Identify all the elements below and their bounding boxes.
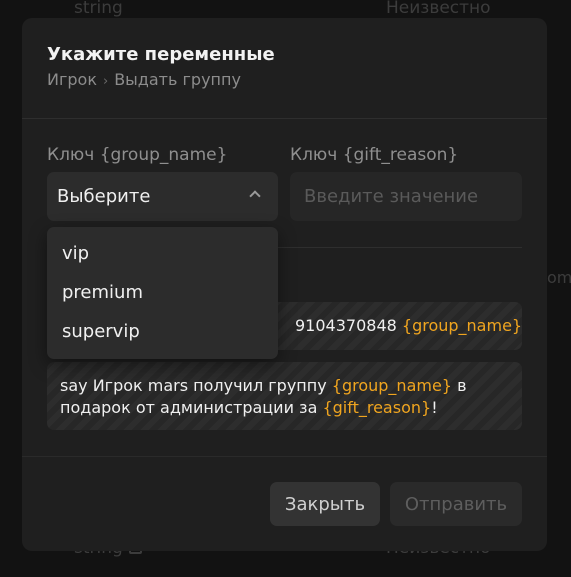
dropdown-option-supervip[interactable]: supervip <box>47 315 278 354</box>
command-preview-2: say Игрок mars получил группу {group_nam… <box>47 362 522 430</box>
select-value: Выберите <box>57 186 151 207</box>
header-divider <box>22 118 547 119</box>
background-row-top: string Неизвестно <box>0 0 571 20</box>
group-name-select[interactable]: Выберите <box>47 172 278 221</box>
variables-modal: Укажите переменные Игрок › Выдать группу К… <box>22 18 547 551</box>
background-side-text: om <box>547 268 571 287</box>
gift-reason-label: Ключ {gift_reason} <box>290 145 459 165</box>
close-button[interactable]: Закрыть <box>270 482 380 526</box>
group-name-dropdown: vip premium supervip <box>47 227 278 359</box>
footer-divider <box>22 456 547 457</box>
dropdown-option-premium[interactable]: premium <box>47 276 278 315</box>
variable-group-name: {group_name} <box>401 316 523 335</box>
command-text: 9104370848 {group_name} <box>295 316 523 335</box>
chevron-up-icon <box>249 190 261 202</box>
send-button[interactable]: Отправить <box>390 482 522 526</box>
breadcrumb-item-give-group: Выдать группу <box>114 70 241 89</box>
chevron-right-icon: › <box>102 74 109 89</box>
breadcrumb-item-player: Игрок <box>47 70 97 89</box>
modal-title: Укажите переменные <box>47 44 275 65</box>
background-type-text: string <box>74 0 123 18</box>
variable-group-name: {group_name} <box>331 376 452 395</box>
variable-gift-reason: {gift_reason} <box>322 398 432 417</box>
command-text: say Игрок mars получил группу {group_nam… <box>60 376 467 417</box>
breadcrumb: Игрок › Выдать группу <box>47 70 241 89</box>
gift-reason-input[interactable] <box>290 172 522 221</box>
background-status-text: Неизвестно <box>386 0 491 18</box>
dropdown-option-vip[interactable]: vip <box>47 237 278 276</box>
group-name-label: Ключ {group_name} <box>47 145 228 165</box>
modal-header: Укажите переменные Игрок › Выдать группу <box>22 18 547 118</box>
